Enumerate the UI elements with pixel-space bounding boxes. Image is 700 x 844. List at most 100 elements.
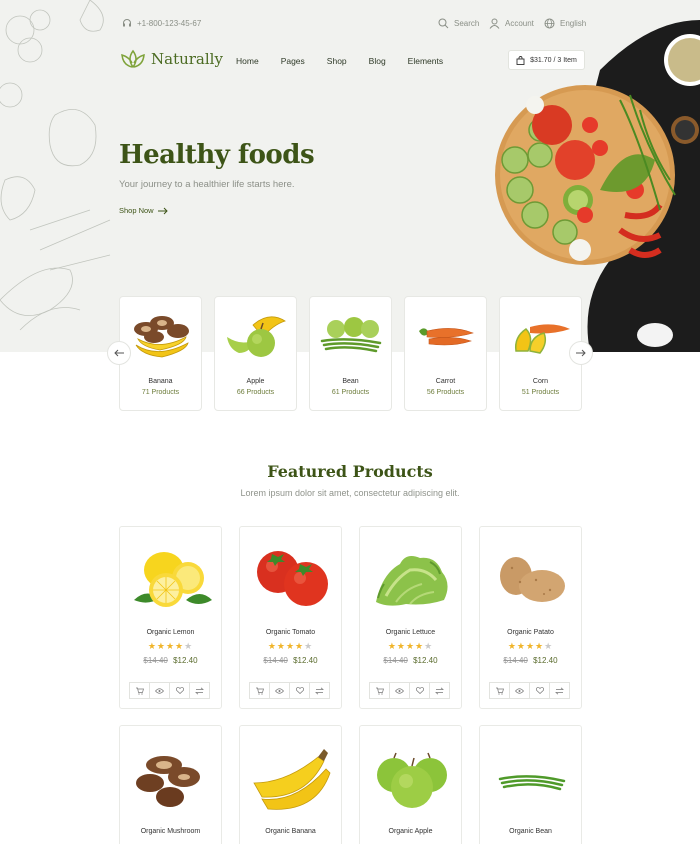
product-card-lettuce[interactable]: Organic Lettuce ★★★★★ $14.40 $12.40 — [359, 526, 462, 709]
wishlist-button[interactable] — [409, 682, 430, 699]
product-card-lemon[interactable]: Organic Lemon ★★★★★ $14.40 $12.40 — [119, 526, 222, 709]
nav-blog[interactable]: Blog — [369, 56, 386, 66]
product-name: Organic Tomato — [265, 629, 316, 636]
carrot-image — [405, 297, 486, 373]
product-name: Organic Lettuce — [385, 629, 436, 636]
account-link[interactable]: Account — [489, 14, 534, 32]
wishlist-button[interactable] — [169, 682, 190, 699]
product-name: Organic Mushroom — [140, 828, 201, 835]
shopping-bag-icon — [516, 55, 525, 65]
nav-shop[interactable]: Shop — [327, 56, 347, 66]
vegetable-sketch-illustration — [0, 0, 111, 331]
arrow-right-icon — [576, 349, 586, 357]
category-card-apple[interactable]: Apple 66 Products — [214, 296, 297, 411]
lettuce-image — [360, 527, 461, 623]
quick-view-button[interactable] — [509, 682, 530, 699]
compare-button[interactable] — [429, 682, 450, 699]
rating-stars: ★★★★★ — [147, 641, 194, 651]
featured-title: Featured Products — [267, 462, 433, 481]
headset-icon — [123, 19, 131, 27]
category-name: Carrot — [435, 378, 456, 385]
price-group: $14.40 $12.40 — [480, 656, 581, 665]
add-to-cart-button[interactable] — [249, 682, 270, 699]
carousel-prev-button[interactable] — [107, 341, 131, 365]
nav-home[interactable]: Home — [236, 56, 259, 66]
compare-button[interactable] — [189, 682, 210, 699]
language-label: English — [560, 18, 587, 28]
product-card-tomato[interactable]: Organic Tomato ★★★★★ $14.40 $12.40 — [239, 526, 342, 709]
cart-icon — [375, 687, 384, 695]
cart-icon — [135, 687, 144, 695]
category-count: 56 Products — [426, 389, 465, 396]
eye-icon — [515, 687, 524, 694]
product-name: Organic Lemon — [146, 629, 195, 636]
brand-name: Naturally — [151, 50, 223, 68]
current-price: $12.40 — [413, 656, 438, 665]
add-to-cart-button[interactable] — [369, 682, 390, 699]
heart-icon — [415, 687, 424, 694]
category-name: Banana — [148, 378, 173, 385]
eye-icon — [155, 687, 164, 694]
product-card-mushroom[interactable]: Organic Mushroom — [119, 725, 222, 844]
cart-summary: $31.70 / 3 Item — [530, 56, 577, 64]
product-card-apple[interactable]: Organic Apple — [359, 725, 462, 844]
user-icon — [489, 18, 500, 29]
heart-icon — [535, 687, 544, 694]
eye-icon — [395, 687, 404, 694]
shop-now-label: Shop Now — [119, 206, 154, 215]
old-price: $14.40 — [143, 656, 168, 665]
wishlist-button[interactable] — [529, 682, 550, 699]
language-selector[interactable]: English — [544, 14, 586, 32]
price-group: $14.40 $12.40 — [360, 656, 461, 665]
hero-title: Healthy foods — [119, 140, 315, 170]
category-count: 61 Products — [331, 389, 370, 396]
rating-stars: ★★★★★ — [387, 641, 434, 651]
brand-logo[interactable]: Naturally — [121, 49, 223, 69]
compare-icon — [195, 687, 204, 694]
quick-view-button[interactable] — [149, 682, 170, 699]
product-name: Organic Banana — [265, 828, 316, 835]
add-to-cart-button[interactable] — [129, 682, 150, 699]
quick-view-button[interactable] — [389, 682, 410, 699]
eye-icon — [275, 687, 284, 694]
wishlist-button[interactable] — [289, 682, 310, 699]
search-icon — [438, 18, 449, 28]
carousel-next-button[interactable] — [569, 341, 593, 365]
nav-pages[interactable]: Pages — [281, 56, 305, 66]
compare-button[interactable] — [309, 682, 330, 699]
price-group: $14.40 $12.40 — [240, 656, 341, 665]
lotus-leaf-icon — [121, 49, 145, 69]
current-price: $12.40 — [173, 656, 198, 665]
cart-button[interactable]: $31.70 / 3 Item — [508, 50, 585, 70]
compare-icon — [435, 687, 444, 694]
product-actions — [129, 682, 210, 699]
cart-icon — [495, 687, 504, 695]
rating-stars: ★★★★★ — [507, 641, 554, 651]
category-card-carrot[interactable]: Carrot 56 Products — [404, 296, 487, 411]
category-card-banana[interactable]: Banana 71 Products — [119, 296, 202, 411]
top-bar: +1-800-123-45-67 Search Account English — [120, 14, 586, 32]
category-count: 51 Products — [521, 389, 560, 396]
price-group: $14.40 $12.40 — [120, 656, 221, 665]
search-link[interactable]: Search — [438, 14, 479, 32]
globe-icon — [544, 18, 555, 28]
category-name: Corn — [532, 378, 549, 385]
category-card-bean[interactable]: Bean 61 Products — [309, 296, 392, 411]
compare-icon — [555, 687, 564, 694]
product-card-banana[interactable]: Organic Banana — [239, 725, 342, 844]
quick-view-button[interactable] — [269, 682, 290, 699]
heart-icon — [295, 687, 304, 694]
old-price: $14.40 — [383, 656, 408, 665]
shop-now-link[interactable]: Shop Now — [119, 206, 168, 215]
product-card-bean[interactable]: Organic Bean — [479, 725, 582, 844]
nav-elements[interactable]: Elements — [408, 56, 443, 66]
compare-button[interactable] — [549, 682, 570, 699]
phone-contact[interactable]: +1-800-123-45-67 — [122, 14, 201, 32]
account-label: Account — [505, 18, 534, 28]
old-price: $14.40 — [503, 656, 528, 665]
add-to-cart-button[interactable] — [489, 682, 510, 699]
cart-icon — [255, 687, 264, 695]
banana-image — [120, 297, 201, 373]
product-name: Organic Apple — [388, 828, 433, 835]
product-card-potato[interactable]: Organic Patato ★★★★★ $14.40 $12.40 — [479, 526, 582, 709]
